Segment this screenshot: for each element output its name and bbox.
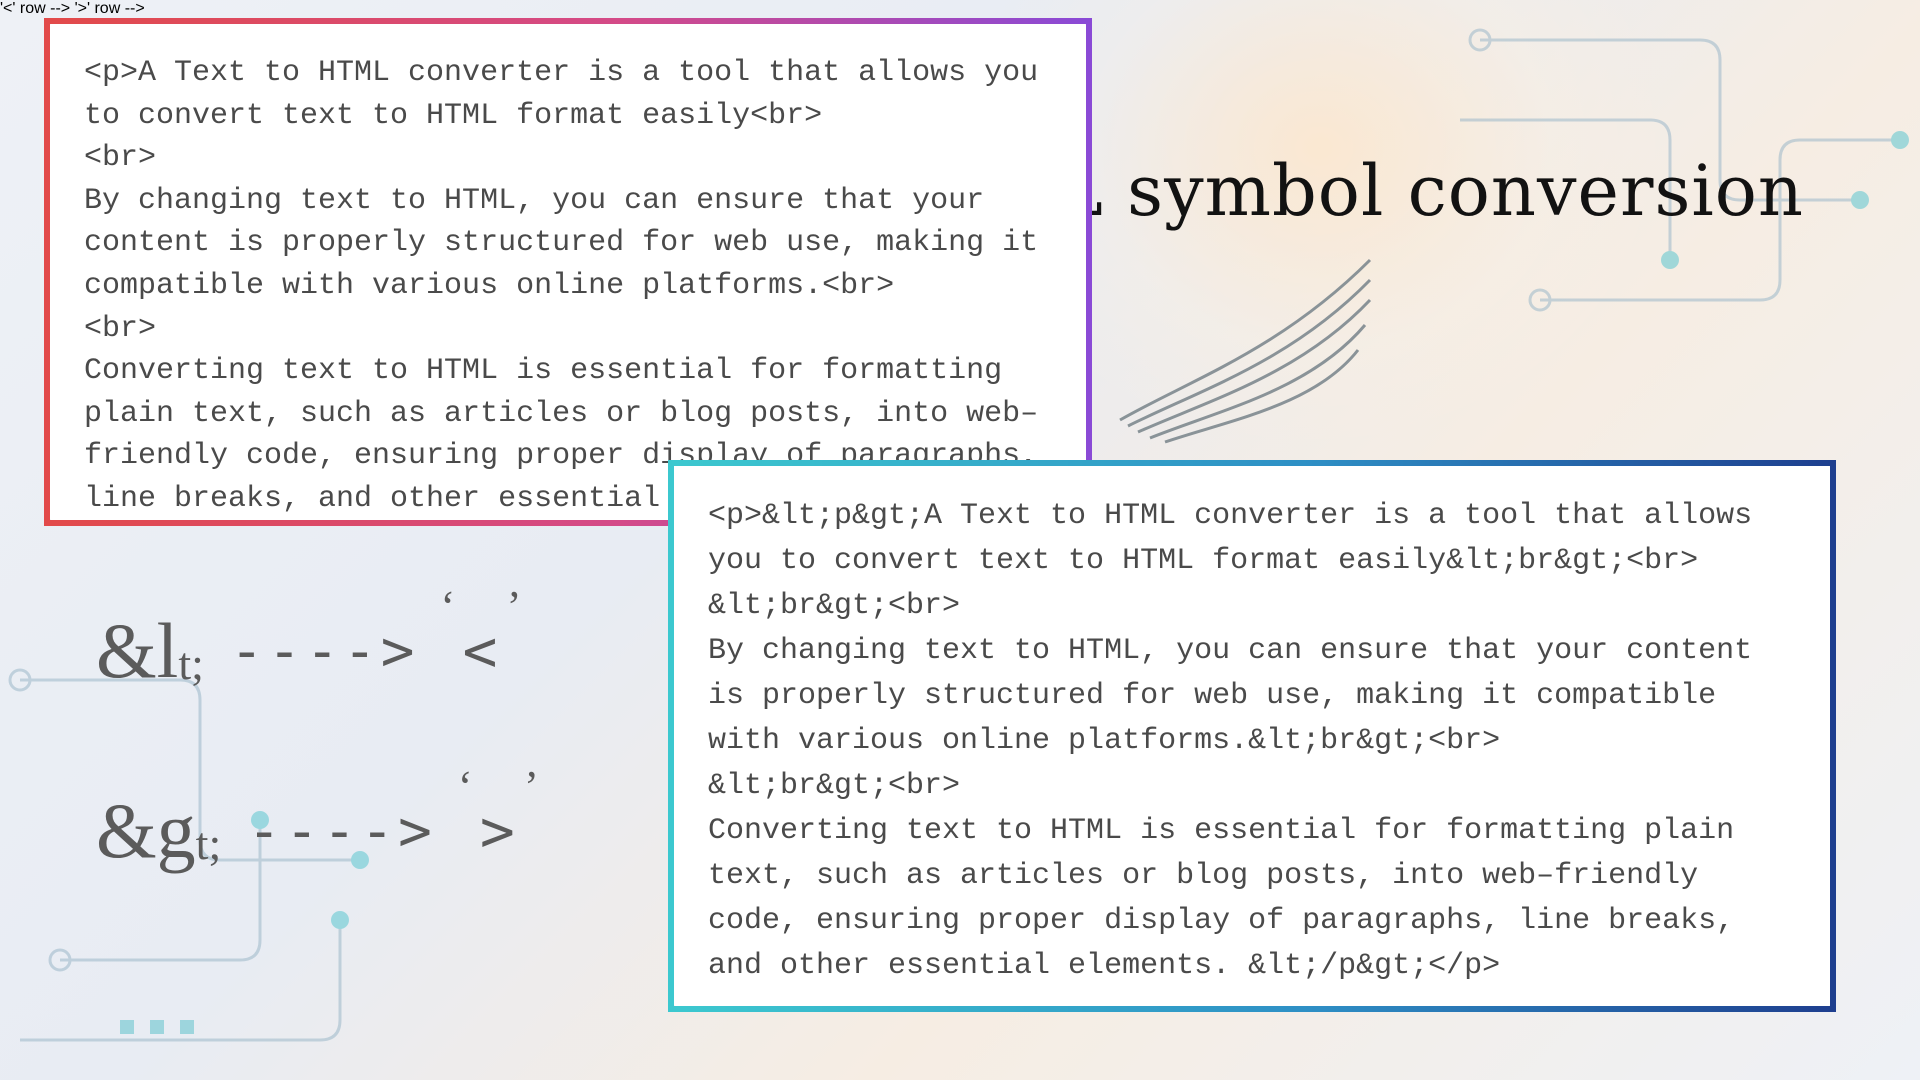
- entity-code-gt: &g t;: [96, 792, 221, 870]
- entity-row-lt: &l t; ----> ‘ < ’: [96, 612, 515, 690]
- slide-stage: HTML symbol conversion <p>A Text to HTML…: [0, 0, 1920, 1080]
- wing-flourish: [1110, 250, 1390, 450]
- entity-code-lt: &l t;: [96, 612, 204, 690]
- arrow-icon: ---->: [247, 799, 436, 864]
- output-escaped-box: <p>&lt;p&gt;A Text to HTML converter is …: [668, 460, 1836, 1012]
- arrow-icon: ---->: [230, 619, 419, 684]
- entity-row-gt: &g t; ----> ‘ > ’: [96, 792, 533, 870]
- input-html-box: <p>A Text to HTML converter is a tool th…: [44, 18, 1092, 526]
- entity-result-lt: ‘ < ’: [444, 617, 515, 685]
- entity-result-gt: ‘ > ’: [462, 797, 533, 865]
